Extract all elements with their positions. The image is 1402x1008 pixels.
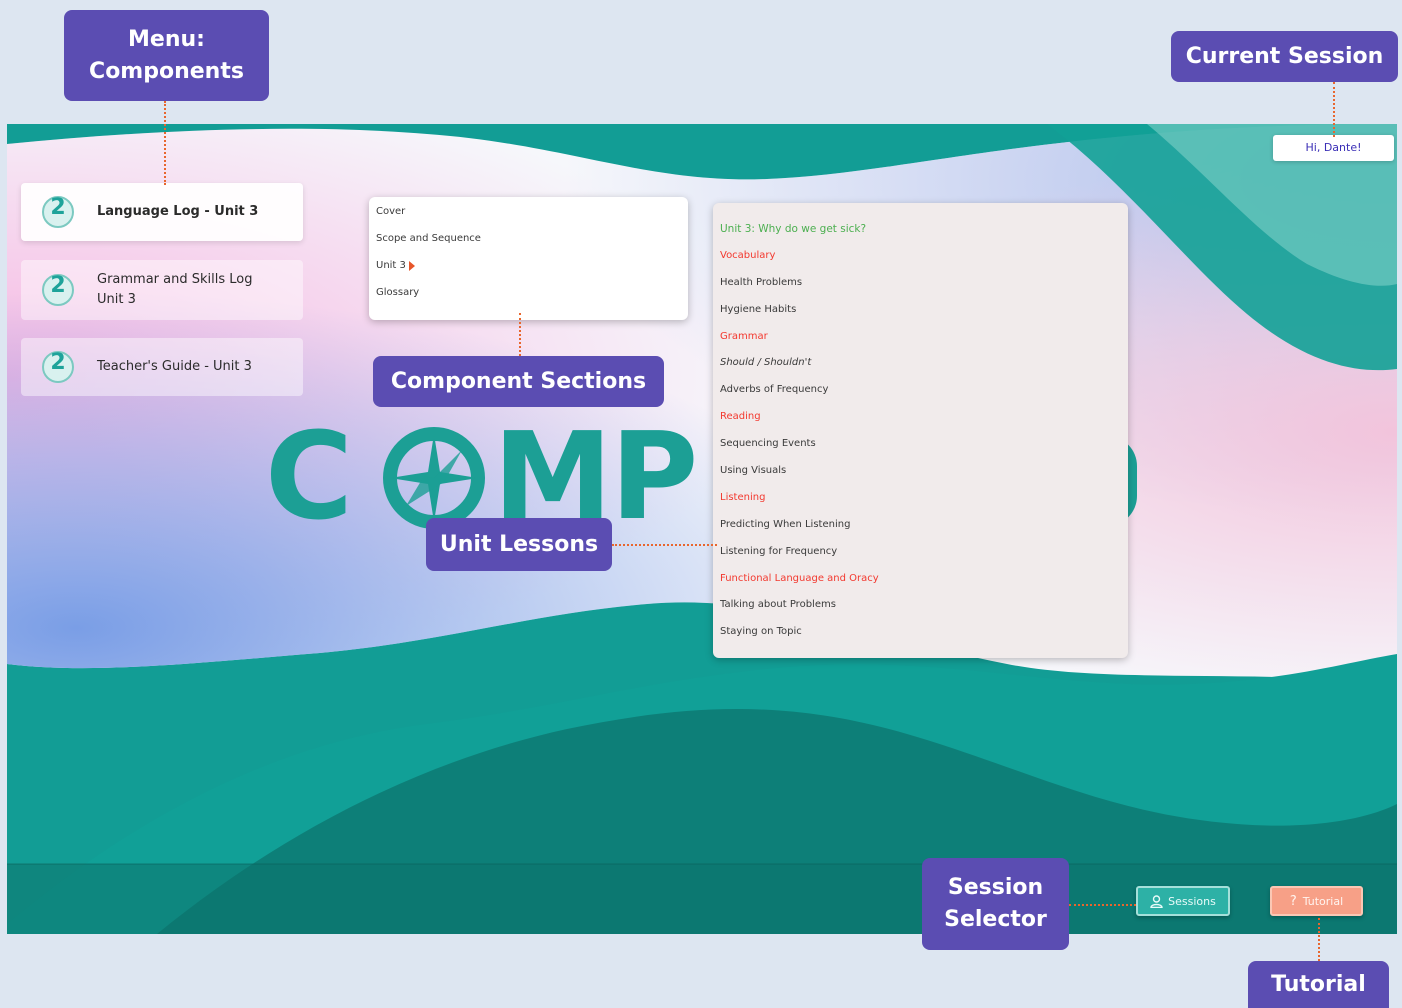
lesson-item[interactable]: Should / Shouldn't (720, 356, 1121, 383)
callout-connector (164, 101, 166, 185)
callout-connector (1069, 904, 1136, 906)
question-icon: ? (1289, 893, 1297, 909)
callout-component-sections: Component Sections (373, 356, 664, 407)
lesson-item[interactable]: Using Visuals (720, 464, 1121, 491)
user-icon (1150, 894, 1163, 908)
callout-connector (1333, 82, 1335, 137)
section-item-unit-3[interactable]: Unit 3 (376, 259, 681, 286)
unit-2-badge-icon: 2 (41, 273, 75, 307)
callout-tutorial: Tutorial (1248, 961, 1389, 1008)
submenu-arrow-icon (408, 261, 415, 271)
callout-menu-components: Menu: Components (64, 10, 269, 101)
callout-connector (612, 544, 717, 546)
section-item-cover[interactable]: Cover (376, 205, 681, 232)
sessions-button[interactable]: Sessions (1136, 886, 1230, 916)
component-item-language-log[interactable]: 2 Language Log - Unit 3 (21, 183, 303, 241)
background-artwork (7, 124, 1397, 934)
lesson-item[interactable]: Sequencing Events (720, 437, 1121, 464)
unit-2-badge-icon: 2 (41, 195, 75, 229)
callout-current-session: Current Session (1171, 31, 1398, 82)
lesson-item[interactable]: Hygiene Habits (720, 303, 1121, 330)
component-item-teachers-guide[interactable]: 2 Teacher's Guide - Unit 3 (21, 338, 303, 396)
section-item-glossary[interactable]: Glossary (376, 286, 681, 313)
component-sections-menu: Cover Scope and Sequence Unit 3 Glossary (369, 197, 688, 320)
unit-2-badge-icon: 2 (41, 350, 75, 384)
callout-unit-lessons: Unit Lessons (426, 518, 612, 571)
component-item-grammar-skills-log[interactable]: 2 Grammar and Skills Log Unit 3 (21, 260, 303, 320)
component-label: Language Log - Unit 3 (97, 204, 259, 219)
sessions-label: Sessions (1168, 894, 1216, 908)
lesson-item[interactable]: Staying on Topic (720, 625, 1121, 652)
compass-logo-icon (383, 427, 485, 529)
tutorial-label: Tutorial (1302, 894, 1344, 908)
component-label: Teacher's Guide - Unit 3 (97, 359, 252, 374)
lesson-item[interactable]: Listening for Frequency (720, 545, 1121, 572)
current-session-greeting[interactable]: Hi, Dante! (1273, 135, 1394, 161)
lesson-category-vocabulary[interactable]: Vocabulary (720, 249, 1121, 276)
logo-c: C (265, 408, 354, 547)
app-screen: C MP 2 Language Log - Unit 3 2 Grammar a… (7, 124, 1397, 934)
lesson-category-reading[interactable]: Reading (720, 410, 1121, 437)
lesson-item[interactable]: Predicting When Listening (720, 518, 1121, 545)
section-item-scope-sequence[interactable]: Scope and Sequence (376, 232, 681, 259)
lesson-unit-title[interactable]: Unit 3: Why do we get sick? (720, 222, 1121, 249)
tutorial-button[interactable]: ? Tutorial (1270, 886, 1363, 916)
lesson-item[interactable]: Health Problems (720, 276, 1121, 303)
lesson-item[interactable]: Adverbs of Frequency (720, 383, 1121, 410)
component-label: Grammar and Skills Log Unit 3 (97, 272, 253, 307)
callout-connector (1318, 918, 1320, 961)
lesson-category-grammar[interactable]: Grammar (720, 330, 1121, 357)
callout-session-selector: Session Selector (922, 858, 1069, 950)
lesson-category-functional-language[interactable]: Functional Language and Oracy (720, 572, 1121, 599)
lesson-item[interactable]: Talking about Problems (720, 598, 1121, 625)
unit-lessons-menu: Unit 3: Why do we get sick? Vocabulary H… (713, 203, 1128, 658)
lesson-category-listening[interactable]: Listening (720, 491, 1121, 518)
callout-connector (519, 313, 521, 356)
